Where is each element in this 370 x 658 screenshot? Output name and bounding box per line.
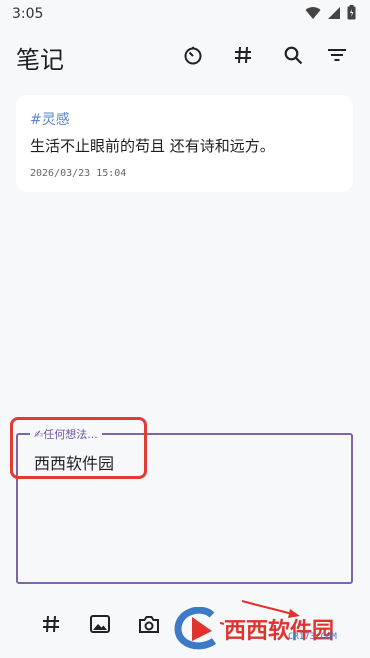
note-content: 生活不止眼前的苟且 还有诗和远方。: [30, 137, 275, 155]
note-timestamp: 2026/03/23 15:04: [30, 168, 127, 179]
red-arrow-annotation: [241, 600, 300, 618]
timer-button[interactable]: [168, 37, 218, 77]
hashtag-icon: [42, 615, 60, 637]
page-title: 笔记: [16, 45, 64, 74]
filter-icon: [327, 47, 347, 67]
status-time: 3:05: [12, 6, 44, 22]
wifi-icon: [305, 5, 321, 24]
battery-icon: [347, 4, 356, 24]
timer-icon: [183, 45, 203, 69]
watermark-subtext: CR173.COM: [288, 632, 337, 642]
hashtag-button[interactable]: [218, 37, 268, 77]
insert-image-button[interactable]: [75, 606, 124, 646]
search-icon: [284, 46, 303, 69]
camera-button[interactable]: [124, 606, 173, 646]
toolbar: [168, 37, 356, 77]
note-card[interactable]: #灵感 生活不止眼前的苟且 还有诗和远方。 2026/03/23 15:04: [16, 95, 353, 192]
search-button[interactable]: [268, 37, 318, 77]
signal-icon: [327, 5, 341, 24]
image-icon: [89, 615, 110, 637]
status-icons: [305, 4, 356, 24]
watermark-logo-icon: [174, 607, 224, 650]
camera-icon: [138, 615, 160, 638]
highlight-annotation: [10, 417, 147, 479]
hashtag-icon: [234, 46, 252, 68]
filter-button[interactable]: [318, 37, 356, 77]
note-tag[interactable]: #灵感: [30, 109, 339, 129]
app-bar: 笔记: [0, 36, 370, 78]
insert-tag-button[interactable]: [26, 606, 75, 646]
status-bar: 3:05: [0, 0, 370, 28]
